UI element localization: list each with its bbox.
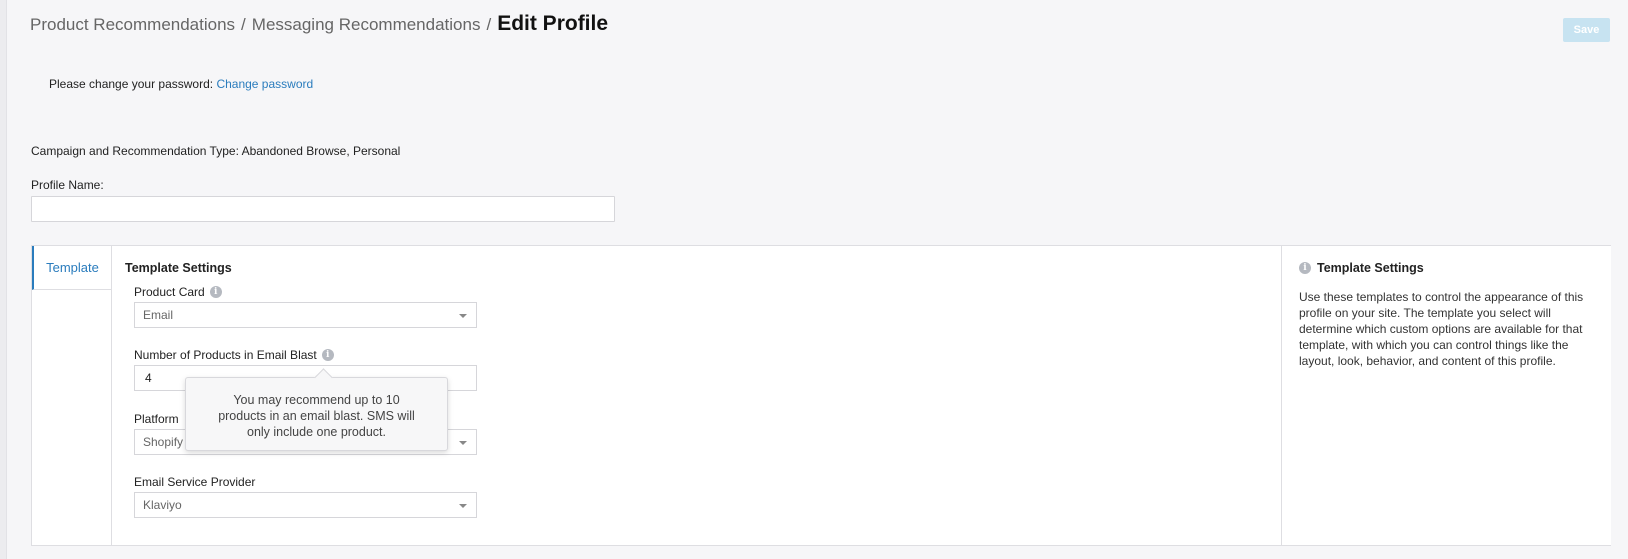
- num-products-label: Number of Products in Email Blast i: [134, 348, 334, 362]
- password-notice: Please change your password: Change pass…: [49, 77, 313, 91]
- campaign-type-text: Campaign and Recommendation Type: Abando…: [31, 144, 401, 158]
- info-icon: i: [1299, 262, 1311, 274]
- profile-name-label: Profile Name:: [31, 178, 104, 192]
- tooltip-text: You may recommend up to 10 products in a…: [218, 393, 415, 439]
- tab-template[interactable]: Template: [32, 246, 111, 290]
- help-body: Use these templates to control the appea…: [1299, 290, 1584, 368]
- change-password-link[interactable]: Change password: [216, 77, 313, 91]
- breadcrumb-product-recommendations[interactable]: Product Recommendations: [30, 15, 235, 35]
- page-title: Edit Profile: [497, 12, 609, 35]
- product-card-value: Email: [143, 308, 174, 322]
- num-products-tooltip: You may recommend up to 10 products in a…: [185, 368, 448, 451]
- help-title: i Template Settings: [1299, 261, 1424, 275]
- num-products-label-text: Number of Products in Email Blast: [134, 348, 317, 362]
- platform-value: Shopify: [143, 435, 184, 449]
- help-title-text: Template Settings: [1317, 261, 1424, 275]
- chevron-down-icon: [459, 504, 467, 508]
- help-panel: i Template Settings Use these templates …: [1281, 246, 1611, 545]
- esp-label: Email Service Provider: [134, 475, 256, 489]
- product-card-select[interactable]: Email: [134, 302, 477, 328]
- chevron-down-icon: [459, 441, 467, 445]
- info-icon[interactable]: i: [321, 349, 334, 361]
- breadcrumb-separator: /: [486, 15, 492, 34]
- breadcrumb-messaging-recommendations[interactable]: Messaging Recommendations: [252, 15, 481, 35]
- save-button[interactable]: Save: [1563, 18, 1610, 42]
- profile-name-input[interactable]: [31, 196, 615, 222]
- product-card-label-text: Product Card: [134, 285, 205, 299]
- product-card-label: Product Card i: [134, 285, 222, 299]
- info-icon[interactable]: i: [209, 286, 222, 298]
- left-edge: [0, 0, 7, 559]
- esp-select[interactable]: Klaviyo: [134, 492, 477, 518]
- platform-label: Platform: [134, 412, 179, 426]
- password-notice-text: Please change your password:: [49, 77, 217, 91]
- breadcrumb: Product Recommendations / Messaging Reco…: [30, 12, 608, 36]
- esp-value: Klaviyo: [143, 498, 182, 512]
- template-settings-title: Template Settings: [125, 261, 232, 275]
- chevron-down-icon: [459, 314, 467, 318]
- breadcrumb-separator: /: [241, 15, 246, 34]
- settings-panel: Template Template Settings Product Card …: [31, 245, 1611, 546]
- tabs-column: Template: [32, 246, 112, 545]
